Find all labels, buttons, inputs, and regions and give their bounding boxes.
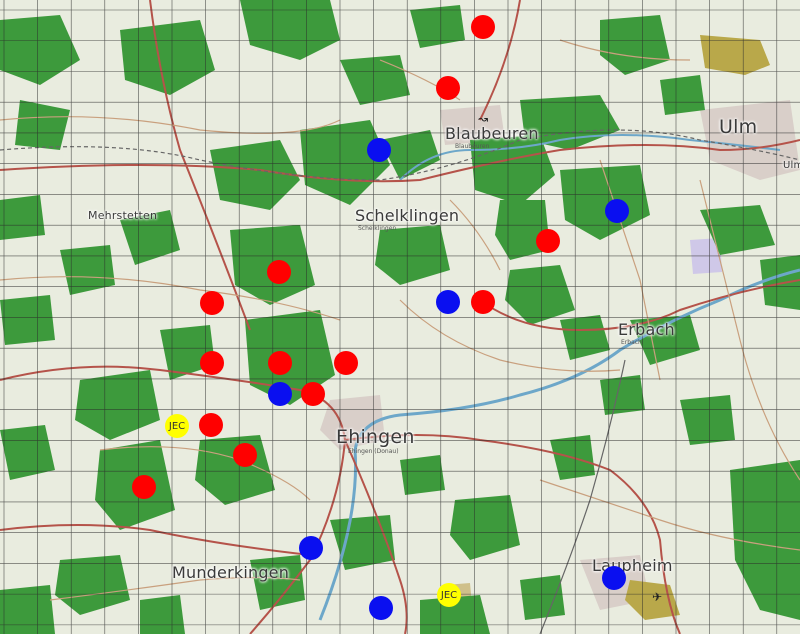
town-label-blaubeuren: Blaubeuren: [445, 124, 539, 143]
town-label-mehrstetten: Mehrstetten: [88, 209, 158, 222]
map-terrain: [0, 0, 800, 634]
red-marker[interactable]: [471, 290, 495, 314]
blue-marker[interactable]: [299, 536, 323, 560]
town-sublabel-erbach: Erbach: [621, 339, 642, 346]
town-label-ehingen: Ehingen: [336, 426, 415, 448]
red-marker[interactable]: [233, 443, 257, 467]
rail-icon: ↝: [478, 112, 489, 126]
red-marker[interactable]: [471, 15, 495, 39]
blue-marker[interactable]: [369, 596, 393, 620]
red-marker[interactable]: [267, 260, 291, 284]
blue-marker[interactable]: [605, 199, 629, 223]
yellow-marker-jec[interactable]: JEC: [165, 414, 189, 438]
town-label-ulm: Ulm: [719, 116, 758, 138]
red-marker[interactable]: [132, 475, 156, 499]
red-marker[interactable]: [200, 351, 224, 375]
airfield-icon: ✈: [652, 590, 663, 604]
red-marker[interactable]: [436, 76, 460, 100]
red-marker[interactable]: [200, 291, 224, 315]
yellow-marker-label: JEC: [440, 589, 458, 601]
red-marker[interactable]: [536, 229, 560, 253]
town-label-ulm-edge: Ulm: [783, 160, 800, 171]
blue-marker[interactable]: [602, 566, 626, 590]
town-label-munderkingen: Munderkingen: [172, 563, 290, 582]
town-label-erbach: Erbach: [618, 320, 675, 339]
red-marker[interactable]: [334, 351, 358, 375]
town-label-schelklingen: Schelklingen: [355, 206, 460, 225]
yellow-marker-label: JEC: [168, 420, 186, 432]
blue-marker[interactable]: [268, 382, 292, 406]
map-canvas[interactable]: Blaubeuren Blaubeuren Ulm Ulm Schelkling…: [0, 0, 800, 634]
red-marker[interactable]: [268, 351, 292, 375]
blue-marker[interactable]: [436, 290, 460, 314]
town-sublabel-schelklingen: Schelklingen: [358, 225, 397, 232]
red-marker[interactable]: [301, 382, 325, 406]
town-sublabel-blaubeuren: Blaubeuren: [455, 143, 490, 150]
yellow-marker-jec[interactable]: JEC: [437, 583, 461, 607]
town-sublabel-ehingen: Ehingen (Donau): [348, 448, 399, 455]
red-marker[interactable]: [199, 413, 223, 437]
blue-marker[interactable]: [367, 138, 391, 162]
